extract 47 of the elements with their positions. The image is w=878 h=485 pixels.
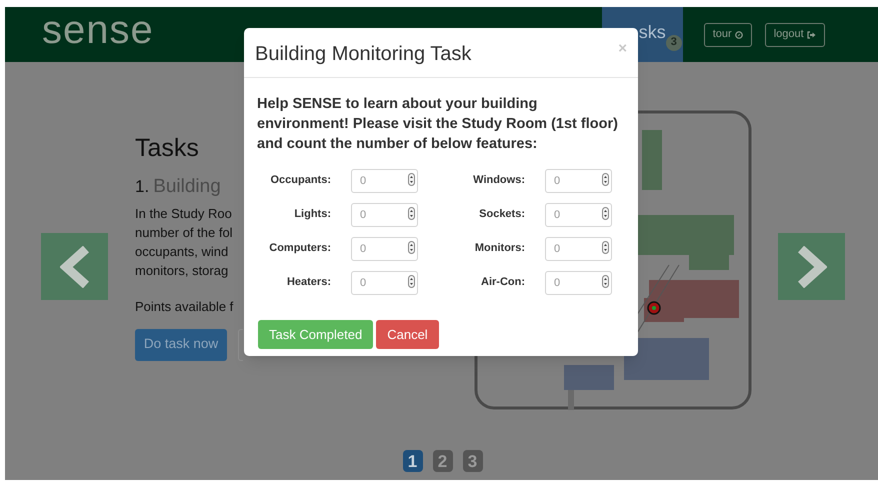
next-arrow-button[interactable] xyxy=(778,233,845,300)
field-label: Heaters: xyxy=(286,274,331,290)
nav-button[interactable]: tour xyxy=(704,22,752,46)
task-description: In the Study Roo number of the fol occupants, wind monitors, storag xyxy=(135,205,233,280)
spinner-icon[interactable] xyxy=(408,241,415,254)
number-input[interactable]: 0 xyxy=(545,169,612,193)
field-label: Air-Con: xyxy=(480,274,525,290)
spinner-icon[interactable] xyxy=(602,207,609,220)
page-heading: Tasks xyxy=(135,136,199,161)
chevron-right-icon xyxy=(796,246,826,288)
dialog-button[interactable]: Task Completed xyxy=(258,320,374,349)
spinner-icon[interactable] xyxy=(602,241,609,254)
page-button[interactable]: 2 xyxy=(432,450,452,472)
do-task-button[interactable]: Do task now xyxy=(135,328,227,360)
field-label: Computers: xyxy=(268,240,331,256)
page-button[interactable]: 3 xyxy=(462,450,482,472)
page-button[interactable]: 1 xyxy=(402,450,422,472)
spinner-icon[interactable] xyxy=(408,275,415,288)
number-input[interactable]: 0 xyxy=(351,203,418,227)
chevron-left-icon xyxy=(60,246,90,288)
number-input[interactable]: 0 xyxy=(351,271,418,295)
task-number: 1. xyxy=(135,178,150,195)
instructions-text: Help SENSE to learn about your building environment! Please visit the Study Room (1st floor) and count the number of below features: xyxy=(257,95,619,154)
count-badge: 3 xyxy=(666,34,682,50)
field-label: Monitors: xyxy=(474,240,525,256)
compass-icon xyxy=(734,30,743,38)
field-label: Sockets: xyxy=(478,206,525,222)
spinner-icon[interactable] xyxy=(408,173,415,186)
number-input[interactable]: 0 xyxy=(351,169,418,193)
dialog-button[interactable]: Cancel xyxy=(376,320,439,349)
tab-label: sks xyxy=(638,21,666,44)
number-input[interactable]: 0 xyxy=(351,237,418,261)
number-input[interactable]: 0 xyxy=(545,271,612,295)
spinner-icon[interactable] xyxy=(408,207,415,220)
nav-button[interactable]: logout xyxy=(764,22,825,46)
previous-arrow-button[interactable] xyxy=(41,233,108,300)
dialog-title: Building Monitoring Task xyxy=(255,42,472,67)
number-input[interactable]: 0 xyxy=(545,203,612,227)
field-label: Windows: xyxy=(472,172,525,188)
exit-icon xyxy=(806,30,816,38)
spinner-icon[interactable] xyxy=(602,275,609,288)
spinner-icon[interactable] xyxy=(602,173,609,186)
points-text: Points available f xyxy=(135,298,234,316)
field-label: Occupants: xyxy=(269,172,331,188)
field-label: Lights: xyxy=(293,206,331,222)
number-input[interactable]: 0 xyxy=(545,237,612,261)
brand-logo[interactable]: sense xyxy=(42,10,154,50)
